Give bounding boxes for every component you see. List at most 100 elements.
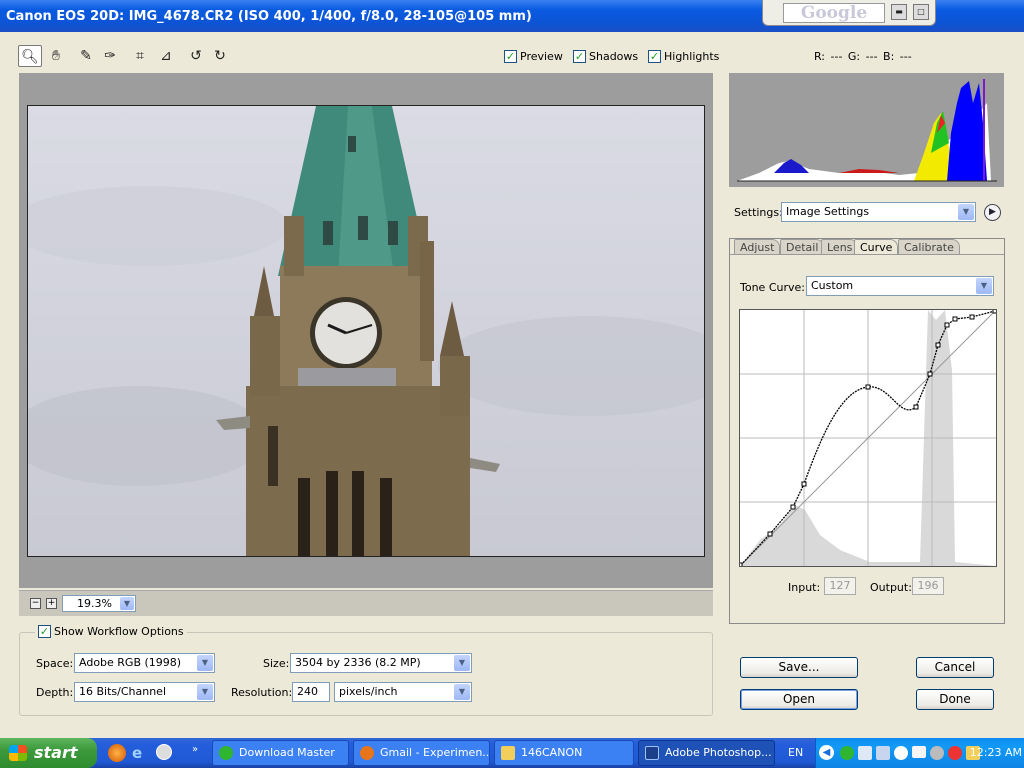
settings-menu-icon[interactable]: ▶ [984,204,1001,221]
zoom-in-button[interactable]: + [46,598,57,609]
chevron-down-icon[interactable]: ▼ [958,204,974,220]
clock-tower-image [28,106,704,556]
start-button[interactable]: start [0,738,97,768]
shadows-label: Shadows [589,50,639,63]
crop-tool-icon[interactable]: ⌗ [128,45,152,67]
preview-check-icon[interactable]: ✓ [504,50,517,63]
rotate-right-icon[interactable]: ↻ [208,45,232,67]
rgb-readout: R: --- G: --- B: --- [814,50,912,63]
antivirus-icon[interactable] [948,746,962,760]
zoom-out-button[interactable]: − [30,598,41,609]
rotate-left-icon[interactable]: ↺ [184,45,208,67]
zoom-level-select[interactable]: 19.3% ▼ [62,595,136,612]
depth-label: Depth: [36,686,74,699]
maximize-button[interactable]: □ [913,4,929,20]
cancel-button[interactable]: Cancel [916,657,994,678]
tray-expand-icon[interactable]: ◀ [819,745,834,760]
tone-curve-graph [737,308,998,568]
system-tray: ◀ 12:23 AM [815,738,1024,768]
done-button[interactable]: Done [916,689,994,710]
zoom-tool-icon[interactable]: 🔍︎ [18,45,42,67]
raw-photo-preview[interactable] [27,105,705,557]
space-value: Adobe RGB (1998) [79,656,182,669]
task-download-master[interactable]: Download Master [212,740,349,766]
start-label: start [34,743,78,762]
title-bar[interactable]: Canon EOS 20D: IMG_4678.CR2 (ISO 400, 1/… [0,0,1024,32]
tab-calibrate[interactable]: Calibrate [898,239,960,255]
download-master-icon [219,746,233,760]
settings-select[interactable]: Image Settings ▼ [781,202,976,222]
image-preview-area[interactable] [19,73,713,588]
chevron-down-icon[interactable]: ▼ [454,655,470,671]
chevron-down-icon[interactable]: ▼ [976,278,992,294]
tab-divider [730,254,1004,255]
task-label: 146CANON [521,746,583,759]
hand-tool-icon[interactable]: ✋︎ [44,45,68,67]
chevron-down-icon[interactable]: ▼ [454,684,470,700]
taskbar: start e » Download Master Gmail - Experi… [0,738,1024,768]
preview-checkbox[interactable]: ✓ Preview [504,50,563,63]
workflow-check-icon[interactable]: ✓ [38,625,51,638]
tone-curve-editor[interactable] [737,308,998,568]
tray-app-icon[interactable] [840,746,854,760]
folder-icon [501,746,515,760]
resolution-value: 240 [297,685,318,698]
tab-adjust[interactable]: Adjust [734,239,781,255]
zoom-level-value: 19.3% [77,597,112,610]
open-button[interactable]: Open [740,689,858,710]
color-sampler-icon[interactable]: ✑ [98,45,122,67]
white-balance-eyedropper-icon[interactable]: ✎ [74,45,98,67]
task-label: Adobe Photoshop... [665,746,772,759]
chevron-down-icon[interactable]: ▼ [197,684,213,700]
settings-value: Image Settings [786,205,870,218]
internet-explorer-icon[interactable]: e [132,744,150,762]
save-button[interactable]: Save... [740,657,858,678]
messenger-icon[interactable] [894,746,908,760]
shadows-check-icon[interactable]: ✓ [573,50,586,63]
tray-monitor-icon[interactable] [876,746,890,760]
input-value-field[interactable]: 127 [824,577,856,595]
tab-curve[interactable]: Curve [854,239,899,255]
camera-raw-window: Canon EOS 20D: IMG_4678.CR2 (ISO 400, 1/… [0,0,1024,738]
highlights-checkbox[interactable]: ✓ Highlights [648,50,719,63]
size-value: 3504 by 2336 (8.2 MP) [295,656,421,669]
clock[interactable]: 12:23 AM [966,746,1022,759]
highlights-check-icon[interactable]: ✓ [648,50,661,63]
space-select[interactable]: Adobe RGB (1998) ▼ [74,653,215,673]
preview-label: Preview [520,50,563,63]
size-select[interactable]: 3504 by 2336 (8.2 MP) ▼ [290,653,472,673]
resolution-input[interactable]: 240 [292,682,330,702]
tab-detail[interactable]: Detail [780,239,825,255]
task-adobe-photoshop[interactable]: Adobe Photoshop... [638,740,775,766]
tray-settings-icon[interactable] [930,746,944,760]
tone-curve-label: Tone Curve: [740,281,805,294]
google-toolbar[interactable]: Google ▬ □ [762,0,936,26]
output-value-field[interactable]: 196 [912,577,944,595]
mail-icon[interactable] [912,746,926,758]
straighten-tool-icon[interactable]: ⊿ [154,45,178,67]
firefox-icon[interactable] [108,744,126,762]
network-icon[interactable] [858,746,872,760]
window-title: Canon EOS 20D: IMG_4678.CR2 (ISO 400, 1/… [6,9,532,24]
minimize-button[interactable]: ▬ [891,4,907,20]
space-label: Space: [36,657,74,670]
language-indicator[interactable]: EN [788,746,803,759]
chevron-down-icon[interactable]: ▼ [120,597,134,610]
task-146canon-folder[interactable]: 146CANON [494,740,634,766]
resolution-unit-select[interactable]: pixels/inch ▼ [334,682,472,702]
quick-launch-chevron-icon[interactable]: » [192,744,198,755]
shadows-checkbox[interactable]: ✓ Shadows [573,50,638,63]
depth-select[interactable]: 16 Bits/Channel ▼ [74,682,215,702]
windows-logo-icon [9,745,27,761]
tone-curve-select[interactable]: Custom ▼ [806,276,994,296]
quick-launch-icon[interactable] [156,744,172,760]
task-gmail[interactable]: Gmail - Experimen... [353,740,490,766]
tab-lens[interactable]: Lens [821,239,859,255]
firefox-icon [360,746,374,760]
workflow-options-group: ✓ Show Workflow Options Space: Adobe RGB… [19,625,713,716]
show-workflow-label: Show Workflow Options [54,625,184,638]
chevron-down-icon[interactable]: ▼ [197,655,213,671]
show-workflow-options-checkbox[interactable]: ✓ Show Workflow Options [35,625,187,638]
google-logo: Google [783,3,885,23]
resolution-unit-value: pixels/inch [339,685,398,698]
